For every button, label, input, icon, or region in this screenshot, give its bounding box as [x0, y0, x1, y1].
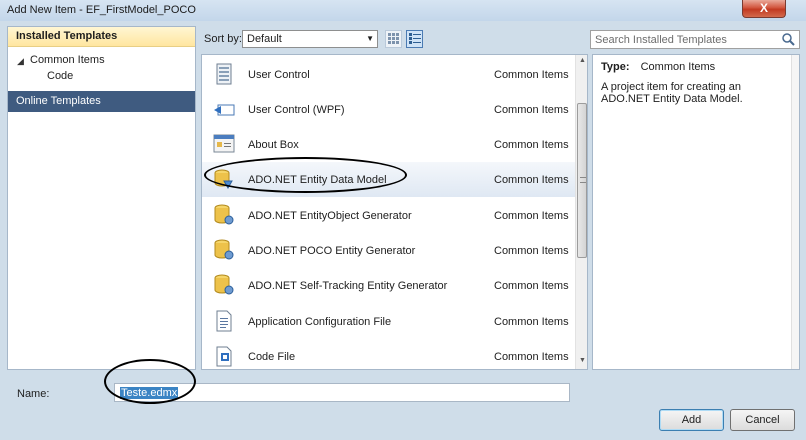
- template-category: Common Items: [494, 69, 569, 81]
- expand-arrow-icon[interactable]: ◢: [17, 56, 24, 67]
- template-row-about-box[interactable]: About Box Common Items: [202, 127, 575, 162]
- template-category: Common Items: [494, 245, 569, 257]
- database-icon: [214, 204, 234, 225]
- template-category: Common Items: [494, 139, 569, 151]
- add-button[interactable]: Add: [659, 409, 724, 431]
- search-input[interactable]: Search Installed Templates: [590, 30, 800, 49]
- small-icons-view-button[interactable]: [385, 30, 402, 48]
- template-name: User Control: [248, 69, 310, 81]
- scrollbar-thumb[interactable]: [577, 103, 587, 258]
- about-box-icon: [213, 134, 235, 153]
- annotation-ellipse: [204, 157, 407, 193]
- database-icon: [214, 274, 234, 295]
- template-name: About Box: [248, 139, 299, 151]
- search-icon[interactable]: [781, 32, 795, 46]
- grid-view-icon: [388, 33, 399, 44]
- scroll-down-icon[interactable]: ▼: [579, 357, 586, 364]
- template-row-poco-entity-generator[interactable]: ADO.NET POCO Entity Generator Common Ite…: [202, 233, 575, 268]
- title-bar: Add New Item - EF_FirstModel_POCO X: [0, 0, 806, 21]
- installed-templates-header[interactable]: Installed Templates: [8, 27, 195, 47]
- list-view-button[interactable]: [406, 30, 423, 48]
- template-category: Common Items: [494, 351, 569, 363]
- list-view-icon: [409, 33, 421, 44]
- details-scrollbar[interactable]: [791, 55, 799, 369]
- user-control-icon: [216, 63, 232, 85]
- sort-value: Default: [247, 33, 282, 45]
- tree-item-code[interactable]: Code: [47, 70, 73, 82]
- template-name: User Control (WPF): [248, 104, 345, 116]
- name-label: Name:: [17, 388, 50, 400]
- sort-dropdown[interactable]: Default ▼: [242, 30, 378, 48]
- config-file-icon: [216, 310, 232, 332]
- template-tree-panel: Installed Templates ◢ Common Items Code …: [7, 26, 196, 370]
- template-name: ADO.NET POCO Entity Generator: [248, 245, 416, 257]
- tree-item-common-items[interactable]: Common Items: [30, 54, 105, 66]
- dropdown-arrow-icon: ▼: [366, 34, 374, 43]
- template-list-scrollbar[interactable]: ▲ ▼: [575, 55, 587, 369]
- type-line: Type: Common Items: [601, 61, 715, 73]
- window-title: Add New Item - EF_FirstModel_POCO: [7, 4, 196, 16]
- template-row-app-config-file[interactable]: Application Configuration File Common It…: [202, 304, 575, 339]
- template-row-code-file[interactable]: Code File Common Items: [202, 339, 575, 369]
- template-name: ADO.NET Self-Tracking Entity Generator: [248, 280, 448, 292]
- code-file-icon: [216, 346, 232, 367]
- template-row-self-tracking-generator[interactable]: ADO.NET Self-Tracking Entity Generator C…: [202, 268, 575, 303]
- template-category: Common Items: [494, 174, 569, 186]
- template-row-user-control[interactable]: User Control Common Items: [202, 57, 575, 92]
- template-category: Common Items: [494, 280, 569, 292]
- type-value: Common Items: [640, 61, 716, 73]
- scroll-up-icon[interactable]: ▲: [579, 57, 586, 64]
- template-category: Common Items: [494, 316, 569, 328]
- template-row-entityobject-generator[interactable]: ADO.NET EntityObject Generator Common It…: [202, 198, 575, 233]
- template-list: User Control Common Items User Control (…: [201, 54, 588, 370]
- close-button[interactable]: X: [742, 0, 786, 18]
- details-panel: Type: Common Items A project item for cr…: [592, 54, 800, 370]
- cancel-button[interactable]: Cancel: [730, 409, 795, 431]
- template-name: Application Configuration File: [248, 316, 392, 328]
- template-name: Code File: [248, 351, 296, 363]
- wpf-control-icon: [214, 104, 235, 116]
- template-row-user-control-wpf[interactable]: User Control (WPF) Common Items: [202, 92, 575, 127]
- type-label: Type:: [601, 61, 630, 73]
- search-placeholder: Search Installed Templates: [595, 34, 727, 46]
- template-category: Common Items: [494, 210, 569, 222]
- template-name: ADO.NET EntityObject Generator: [248, 210, 412, 222]
- sort-by-label: Sort by:: [204, 33, 242, 45]
- grip-icon: [580, 177, 586, 183]
- database-icon: [214, 239, 234, 260]
- online-templates-header[interactable]: Online Templates: [8, 91, 195, 112]
- annotation-ellipse: [104, 359, 196, 404]
- template-category: Common Items: [494, 104, 569, 116]
- template-description: A project item for creating an ADO.NET E…: [601, 81, 743, 105]
